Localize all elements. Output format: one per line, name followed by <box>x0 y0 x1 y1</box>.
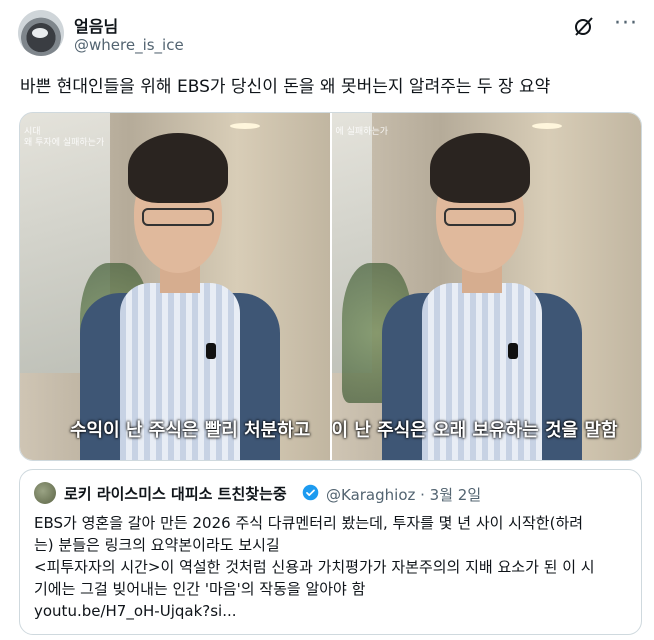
quoted-post-text: EBS가 영혼을 갈아 만든 2026 주식 다큐멘터리 봤는데, 투자를 몇 … <box>34 512 629 622</box>
quoted-text-line: 기에는 그걸 빚어내는 인간 '마음'의 작동을 알아야 함 <box>34 580 366 598</box>
video-overlay-title: 시대 왜 투자에 실패하는가 <box>24 127 105 148</box>
media-grid: 시대 왜 투자에 실패하는가 수익이 난 주식은 빨리 처분하고 에 실패하는가… <box>19 112 642 461</box>
person-figure <box>381 133 582 460</box>
glasses-icon <box>443 208 516 226</box>
quoted-text-line: <피투자자의 시간>이 역설한 것처럼 신용과 가치평가가 자본주의의 지배 요… <box>34 558 595 576</box>
glasses-icon <box>142 208 214 226</box>
grok-icon[interactable] <box>572 14 596 38</box>
post-header: 얼음님 @where_is_ice ··· <box>18 10 640 58</box>
author-handle[interactable]: @where_is_ice <box>74 36 184 54</box>
quoted-text-line: 는) 분들은 링크의 요약본이라도 보시길 <box>34 536 280 554</box>
quoted-author-handle-date: @Karaghioz · 3월 2일 <box>326 486 482 504</box>
post-text: 바쁜 현대인들을 위해 EBS가 당신이 돈을 왜 못버는지 알려주는 두 장 … <box>20 77 551 97</box>
more-options-icon[interactable]: ··· <box>614 12 638 36</box>
media-image-2[interactable]: 에 실패하는가 이 난 주식은 오래 보유하는 것을 말함 <box>331 113 641 460</box>
quoted-author-avatar <box>34 482 56 504</box>
quoted-text-line: EBS가 영혼을 갈아 만든 2026 주식 다큐멘터리 봤는데, 투자를 몇 … <box>34 514 584 532</box>
author-name[interactable]: 얼음님 <box>74 13 118 37</box>
person-figure <box>80 133 280 460</box>
media-image-1[interactable]: 시대 왜 투자에 실패하는가 수익이 난 주식은 빨리 처분하고 <box>20 113 330 460</box>
quoted-link[interactable]: youtu.be/H7_oH-Ujqak?si... <box>34 600 629 622</box>
quoted-post[interactable]: 로키 라이스미스 대피소 트친찾는중 @Karaghioz · 3월 2일 EB… <box>19 469 642 635</box>
video-subtitle: 수익이 난 주식은 빨리 처분하고 <box>70 420 311 441</box>
verified-badge-icon <box>302 484 319 501</box>
quoted-author-name: 로키 라이스미스 대피소 트친찾는중 <box>64 485 287 503</box>
video-subtitle: 이 난 주식은 오래 보유하는 것을 말함 <box>331 420 618 441</box>
video-overlay-title: 에 실패하는가 <box>335 127 389 137</box>
author-avatar[interactable] <box>18 10 64 56</box>
